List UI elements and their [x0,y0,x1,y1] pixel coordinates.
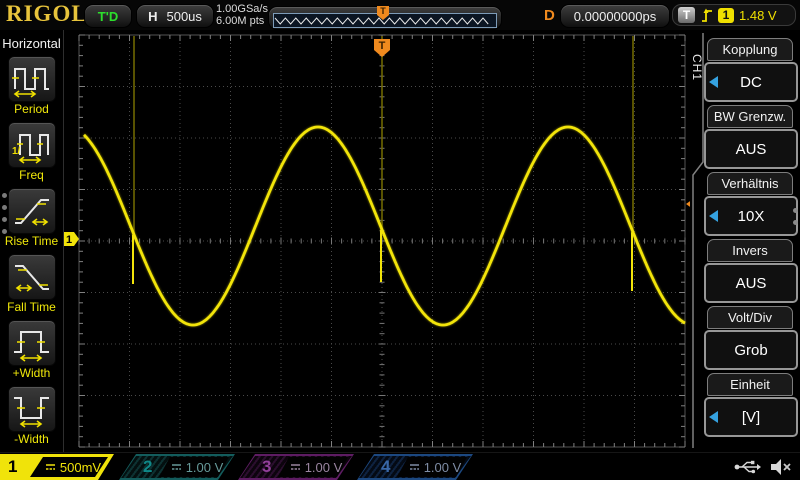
measure-item-period[interactable] [8,56,56,102]
trigger-position-marker-icon[interactable]: T [375,5,391,22]
menu-item-header: Einheit [707,373,793,396]
menu-item-value-box: DC [704,62,798,102]
channel-1-scale-box: 500mV [30,457,108,477]
channel-4-scale: 1.00 V [424,460,462,475]
channel-2-scale-box: 1.00 V [159,457,229,477]
measure-label-rise-time: Rise Time [0,234,63,248]
channel-3-scale-box: 1.00 V [278,457,348,477]
measure-item-minus-width[interactable] [8,386,56,432]
period-icon [12,60,52,98]
menu-item-value-box: AUS [704,263,798,303]
delay-readout: 0.00000000ps [560,4,670,28]
freq-icon: 1/ [12,126,52,164]
trigger-t-badge: T [678,7,695,23]
delay-label: D [544,7,555,24]
channel-1-number: 1 [8,457,17,477]
menu-item-value-box: [V] [704,397,798,437]
channel-2-status[interactable]: 2 1.00 V [119,454,236,480]
menu-item-header: Verhältnis [707,172,793,195]
svg-text:T: T [379,40,386,52]
channel-1-status[interactable]: 1 500mV [0,454,116,480]
memory-depth: 6.00M pts [216,15,268,27]
measure-item-rise-time[interactable] [8,188,56,234]
trigger-level-readout: 1.48 V [739,8,777,23]
right-page-dot [793,220,798,225]
select-arrow-icon [709,76,718,88]
usb-icon [733,458,761,476]
timebase-value: 500us [166,9,201,24]
measure-item-freq[interactable]: 1/ [8,122,56,168]
rising-edge-icon [700,7,713,24]
dc-coupling-icon [290,462,301,472]
channel-4-status[interactable]: 4 1.00 V [357,454,474,480]
menu-item-value-box: AUS [704,129,798,169]
left-page-dot [2,205,7,210]
trigger-source-badge: 1 [718,8,734,23]
left-page-dot [2,217,7,222]
menu-item-header: Volt/Div [707,306,793,329]
rise-time-icon [12,192,52,230]
channel-4-number: 4 [381,457,390,477]
plus-width-icon [12,324,52,362]
channel-menu-panel: CH1 Kopplung DC BW Grenzw. AUS Verhältni… [690,30,800,452]
fall-time-icon [12,258,52,296]
channel-2-number: 2 [143,457,152,477]
left-page-dot [2,229,7,234]
trigger-status-badge: T'D [84,4,132,28]
left-menu-title: Horizontal [0,36,63,51]
horizontal-label: H [148,9,157,24]
menu-item-value: DC [740,74,762,91]
menu-item-value: 10X [738,208,765,225]
rigol-logo: RIGOL [6,1,88,27]
channel-status-bar: 1 500mV 2 1.00 V 3 [0,452,800,480]
speaker-muted-icon [769,457,793,477]
svg-text:1/: 1/ [12,146,21,157]
measure-label-minus-width: -Width [0,432,63,446]
acquisition-info: 1.00GSa/s 6.00M pts [216,3,268,27]
oscilloscope-screen: T1 RIGOL T'D H 500us 1.00GSa/s 6.00M pts… [0,0,800,480]
measure-item-fall-time[interactable] [8,254,56,300]
menu-item-header: Invers [707,239,793,262]
top-status-bar: RIGOL T'D H 500us 1.00GSa/s 6.00M pts T … [0,0,800,30]
channel-1-scale: 500mV [60,460,101,475]
channel-tab-label: CH1 [690,54,704,81]
menu-item-value-box: Grob [704,330,798,370]
minus-width-icon [12,390,52,428]
measure-item-plus-width[interactable] [8,320,56,366]
select-arrow-icon [709,210,718,222]
channel-2-scale: 1.00 V [186,460,224,475]
svg-text:T: T [380,6,386,16]
measure-label-fall-time: Fall Time [0,300,63,314]
left-page-dot [2,193,7,198]
select-arrow-icon [709,411,718,423]
svg-text:1: 1 [66,234,72,246]
channel-3-number: 3 [262,457,271,477]
menu-item-header: Kopplung [707,38,793,61]
menu-item-value: AUS [736,141,767,158]
channel-3-status[interactable]: 3 1.00 V [238,454,355,480]
sample-rate: 1.00GSa/s [216,3,268,15]
channel-3-scale: 1.00 V [305,460,343,475]
channel-4-scale-box: 1.00 V [397,457,467,477]
measure-label-plus-width: +Width [0,366,63,380]
measure-label-freq: Freq [0,168,63,182]
menu-item-value: [V] [742,409,760,426]
trigger-readout-group[interactable]: T 1 1.48 V [672,4,796,26]
dc-coupling-icon [409,462,420,472]
dc-coupling-icon [171,462,182,472]
right-page-dot [793,208,798,213]
waveform-display: T1 [0,0,800,480]
dc-coupling-icon [45,462,56,472]
menu-item-value: AUS [736,275,767,292]
timebase-button[interactable]: H 500us [136,4,214,28]
system-icons [733,457,793,477]
horizontal-measure-menu: Horizontal Period 1/ Freq [0,30,64,452]
menu-item-value: Grob [734,342,767,359]
measure-label-period: Period [0,102,63,116]
menu-item-value-box: 10X [704,196,798,236]
menu-item-header: BW Grenzw. [707,105,793,128]
